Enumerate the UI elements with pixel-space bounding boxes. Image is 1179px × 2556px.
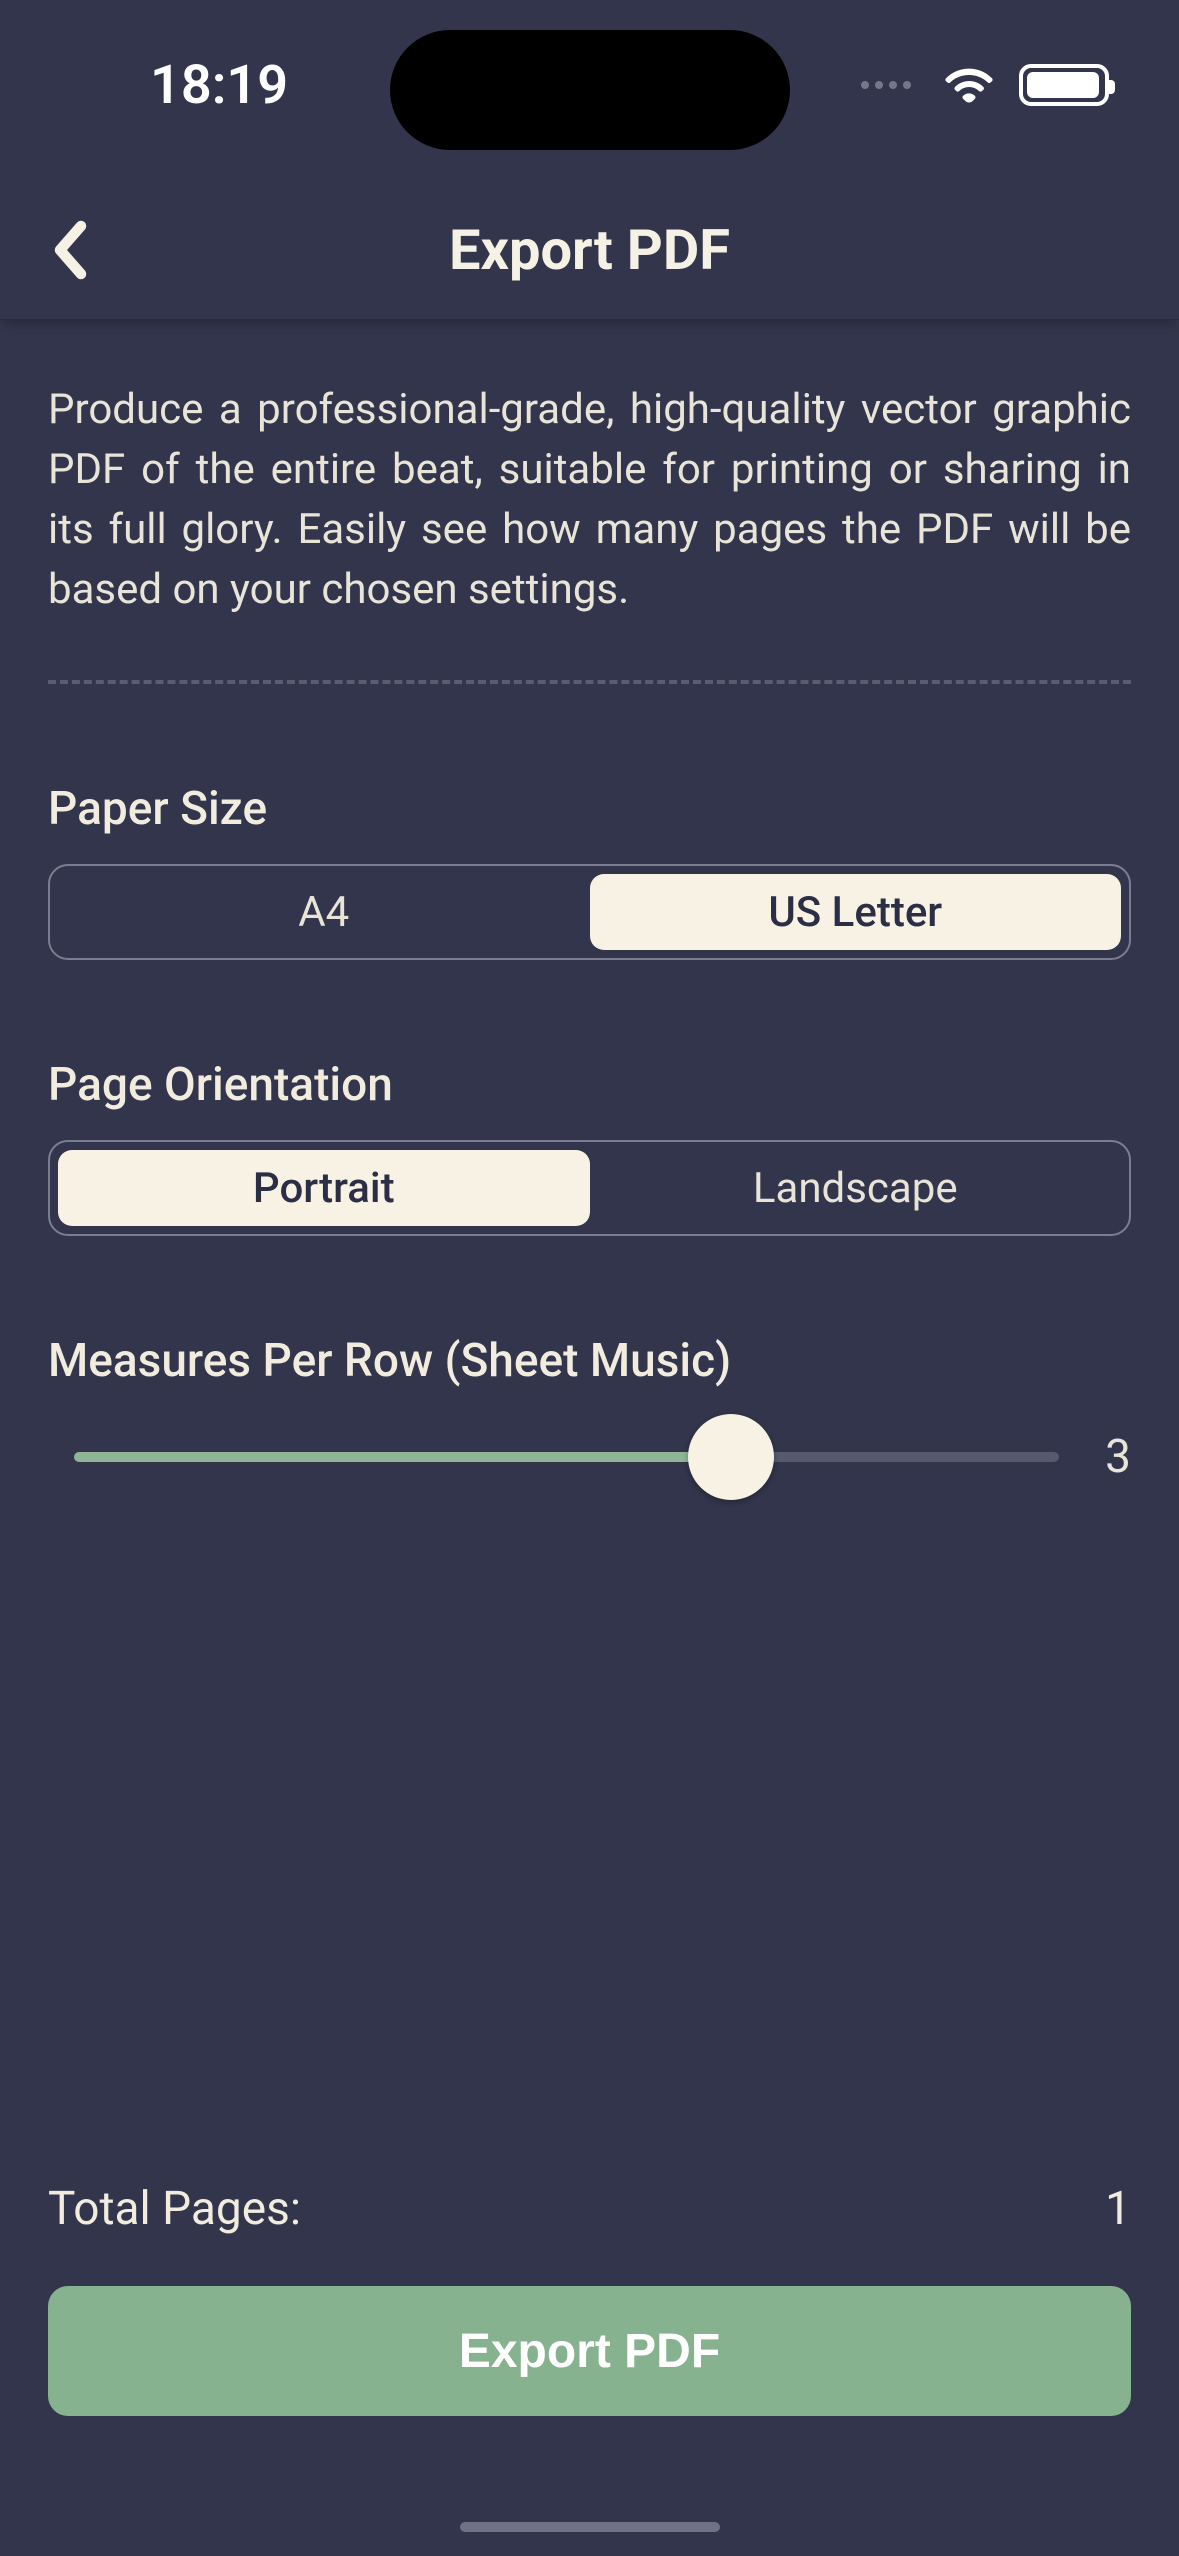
page-title: Export PDF [449, 217, 730, 283]
orientation-option-portrait[interactable]: Portrait [58, 1150, 590, 1226]
wifi-icon [943, 63, 995, 107]
paper-size-segmented[interactable]: A4 US Letter [48, 864, 1131, 960]
battery-icon [1019, 64, 1109, 106]
main-content: Produce a professional-grade, high-quali… [0, 360, 1179, 2386]
paper-size-option-us-letter[interactable]: US Letter [590, 874, 1122, 950]
measures-label: Measures Per Row (Sheet Music) [48, 1334, 1131, 1388]
header: Export PDF [0, 180, 1179, 320]
home-indicator [460, 2522, 720, 2532]
divider [48, 680, 1131, 684]
orientation-section: Page Orientation Portrait Landscape [48, 1058, 1131, 1236]
export-pdf-button[interactable]: Export PDF [48, 2286, 1131, 2416]
total-pages-row: Total Pages: 1 [48, 2182, 1131, 2236]
orientation-segmented[interactable]: Portrait Landscape [48, 1140, 1131, 1236]
paper-size-section: Paper Size A4 US Letter [48, 782, 1131, 960]
status-bar: 18:19 [0, 0, 1179, 180]
orientation-label: Page Orientation [48, 1058, 1131, 1112]
footer: Total Pages: 1 Export PDF [0, 2182, 1179, 2416]
measures-section: Measures Per Row (Sheet Music) 3 [48, 1334, 1131, 1484]
back-button[interactable] [24, 205, 114, 295]
total-pages-label: Total Pages: [48, 2182, 301, 2236]
orientation-option-landscape[interactable]: Landscape [590, 1150, 1122, 1226]
slider-fill [74, 1452, 731, 1462]
total-pages-value: 1 [1105, 2182, 1131, 2236]
measures-slider[interactable] [48, 1430, 1059, 1484]
paper-size-option-a4[interactable]: A4 [58, 874, 590, 950]
slider-thumb[interactable] [688, 1414, 774, 1500]
status-time: 18:19 [150, 54, 288, 117]
description-text: Produce a professional-grade, high-quali… [48, 380, 1131, 620]
chevron-left-icon [51, 218, 87, 282]
device-notch [390, 30, 790, 150]
paper-size-label: Paper Size [48, 782, 1131, 836]
status-right [861, 63, 1109, 107]
measures-value: 3 [1091, 1430, 1131, 1484]
cellular-dots-icon [861, 81, 911, 89]
